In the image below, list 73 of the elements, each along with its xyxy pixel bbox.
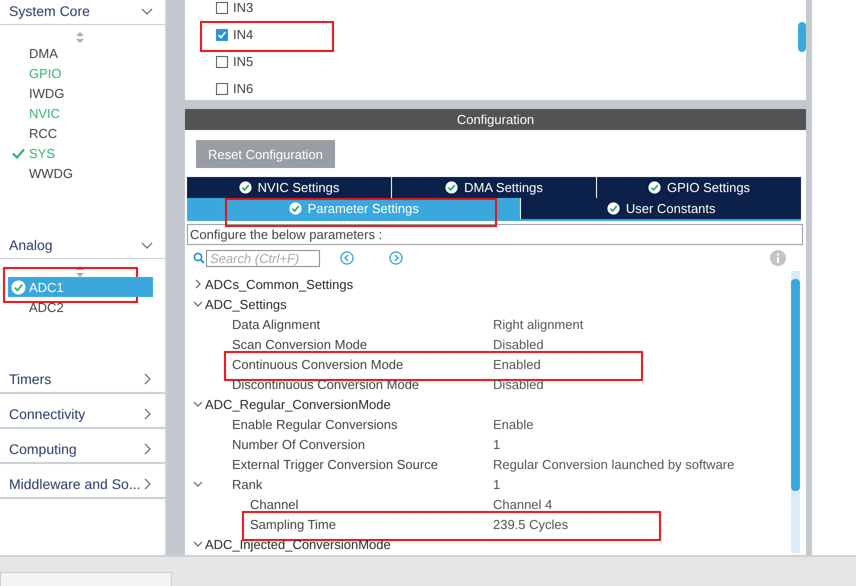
parameter-name: External Trigger Conversion Source bbox=[232, 456, 439, 472]
peripheral-item[interactable]: RCC bbox=[8, 123, 153, 143]
search-icon bbox=[193, 252, 205, 264]
parameter-value[interactable]: Disabled bbox=[493, 336, 544, 352]
check-circle-icon bbox=[288, 202, 302, 215]
tab[interactable]: GPIO Settings bbox=[597, 177, 801, 198]
search-field[interactable]: Search (Ctrl+F) bbox=[206, 250, 320, 266]
scrollbar[interactable] bbox=[791, 279, 800, 491]
parameter-value[interactable]: Enable bbox=[493, 416, 534, 432]
parameter-value[interactable]: 1 bbox=[493, 476, 500, 492]
tab[interactable]: NVIC Settings bbox=[187, 177, 391, 198]
parameter-name: Scan Conversion Mode bbox=[232, 336, 368, 352]
chevron-icon[interactable] bbox=[193, 299, 203, 309]
channel-label: IN6 bbox=[233, 81, 254, 96]
parameter-name: ADC_Regular_ConversionMode bbox=[205, 396, 392, 412]
parameter-name: ADC_Injected_ConversionMode bbox=[205, 536, 392, 552]
sort-icon[interactable] bbox=[76, 266, 84, 277]
category-header[interactable]: System Core bbox=[0, 0, 165, 25]
parameter-name: Continuous Conversion Mode bbox=[232, 356, 404, 372]
category-header[interactable]: Middleware and So... bbox=[0, 464, 165, 498]
category-header[interactable]: Connectivity bbox=[0, 394, 165, 428]
tab[interactable]: User Constants bbox=[521, 198, 801, 219]
peripheral-item[interactable]: IWDG bbox=[8, 83, 153, 103]
category-title: Timers bbox=[9, 371, 52, 387]
parameter-name: Channel bbox=[250, 496, 300, 512]
category-title: Analog bbox=[9, 237, 53, 253]
peripheral-item[interactable]: WWDG bbox=[8, 163, 153, 183]
parameter-value[interactable]: Enabled bbox=[493, 356, 541, 372]
parameter-name: Enable Regular Conversions bbox=[232, 416, 398, 432]
category-title: Connectivity bbox=[9, 406, 86, 422]
category-title: Middleware and So... bbox=[9, 476, 141, 492]
chevron-icon[interactable] bbox=[193, 479, 203, 489]
channel-label: IN3 bbox=[233, 0, 254, 15]
checkbox[interactable] bbox=[216, 2, 228, 14]
tab[interactable]: DMA Settings bbox=[392, 177, 596, 198]
sort-icon[interactable] bbox=[76, 32, 84, 43]
category-header[interactable]: Analog bbox=[0, 225, 165, 259]
chevron-icon[interactable] bbox=[193, 399, 203, 409]
checkbox[interactable] bbox=[216, 82, 228, 94]
category-header[interactable]: Timers bbox=[0, 359, 165, 393]
check-circle-icon bbox=[445, 181, 458, 194]
chevron-icon[interactable] bbox=[193, 539, 203, 549]
panel-title: Configuration bbox=[185, 109, 806, 130]
parameter-name: Rank bbox=[232, 476, 264, 492]
peripheral-item[interactable]: ADC2 bbox=[8, 297, 153, 317]
channel-label: IN5 bbox=[233, 54, 254, 69]
peripheral-item[interactable]: DMA bbox=[8, 43, 153, 63]
check-circle-icon bbox=[648, 181, 661, 194]
parameter-value[interactable]: Regular Conversion launched by software bbox=[493, 456, 734, 472]
parameter-name: ADCs_Common_Settings bbox=[205, 276, 354, 292]
hint-text: Configure the below parameters : bbox=[187, 224, 803, 245]
category-title: System Core bbox=[9, 3, 90, 19]
parameter-value[interactable]: Disabled bbox=[493, 376, 544, 392]
check-circle-icon bbox=[606, 202, 620, 215]
parameter-value[interactable]: Channel 4 bbox=[493, 496, 552, 512]
parameter-name: Data Alignment bbox=[232, 316, 322, 332]
category-title: Computing bbox=[9, 441, 77, 457]
channel-label: IN4 bbox=[233, 27, 254, 42]
parameter-value[interactable]: 1 bbox=[493, 436, 500, 452]
parameter-value[interactable]: 239.5 Cycles bbox=[493, 516, 568, 532]
parameter-name: Discontinuous Conversion Mode bbox=[232, 376, 420, 392]
checkbox[interactable] bbox=[216, 28, 228, 40]
next-icon[interactable] bbox=[389, 251, 403, 265]
category-header[interactable]: Computing bbox=[0, 429, 165, 463]
parameter-value[interactable]: Right alignment bbox=[493, 316, 584, 332]
parameter-name: Sampling Time bbox=[250, 516, 337, 532]
checkbox[interactable] bbox=[216, 56, 228, 68]
previous-icon[interactable] bbox=[340, 251, 354, 265]
chevron-icon[interactable] bbox=[193, 279, 203, 289]
scrollbar[interactable] bbox=[798, 22, 806, 52]
parameter-name: ADC_Settings bbox=[205, 296, 288, 312]
check-circle-icon bbox=[238, 181, 252, 194]
parameter-name: Number Of Conversion bbox=[232, 436, 366, 452]
